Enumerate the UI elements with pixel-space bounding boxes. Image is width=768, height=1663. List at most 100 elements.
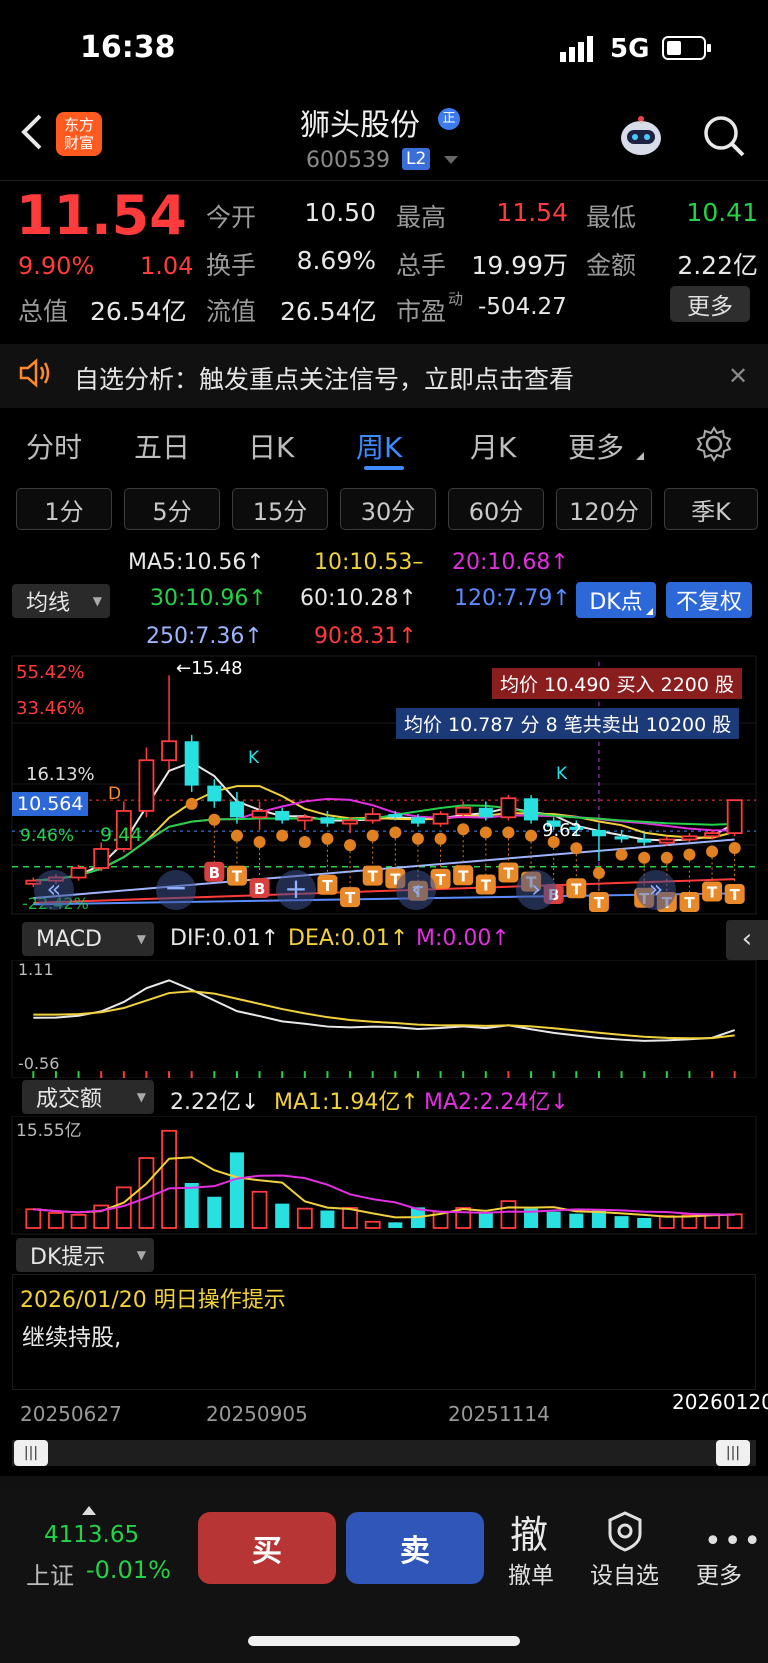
ma30-value: 30:10.96↑ bbox=[150, 586, 267, 611]
tab-more[interactable]: 更多 bbox=[568, 426, 624, 466]
scroll-right-icon[interactable]: » bbox=[636, 870, 676, 910]
candle-body bbox=[184, 741, 199, 786]
ma120-value: 120:7.79↑ bbox=[454, 586, 571, 611]
total-value: 26.54亿 bbox=[90, 297, 187, 326]
signal-dot bbox=[185, 797, 198, 810]
signal-letter: T bbox=[730, 886, 741, 904]
period-1min[interactable]: 1分 bbox=[16, 488, 112, 530]
search-icon[interactable] bbox=[702, 114, 746, 162]
period-120min[interactable]: 120分 bbox=[556, 488, 652, 530]
volume-bar bbox=[251, 1190, 268, 1229]
more-button[interactable]: 更多 bbox=[670, 286, 750, 322]
signal-letter: T bbox=[707, 883, 718, 901]
notice-text[interactable]: 自选分析：触发重点关注信号，立即点击查看 bbox=[74, 360, 574, 396]
ma20-value: 20:10.68↑ bbox=[452, 550, 569, 575]
range-handle-left[interactable]: ||| bbox=[14, 1440, 48, 1466]
collapse-panel-icon[interactable]: ‹ bbox=[726, 920, 768, 960]
date-label-3: 20251114 bbox=[448, 1402, 550, 1426]
pct-2-label: 33.46% bbox=[16, 698, 85, 719]
candle-body bbox=[93, 848, 110, 869]
ma90-value: 90:8.31↑ bbox=[314, 624, 417, 649]
low-marker: 9.62 bbox=[542, 820, 583, 841]
more-dots-icon[interactable]: ••• bbox=[704, 1524, 763, 1559]
home-indicator bbox=[248, 1636, 520, 1646]
zoom-out-icon[interactable]: − bbox=[156, 870, 196, 910]
pct-3-label: 16.13% bbox=[26, 764, 95, 785]
volume-ma1-line bbox=[33, 1156, 735, 1219]
buy-button[interactable]: 买 bbox=[198, 1512, 336, 1584]
tab-timeshare[interactable]: 分时 bbox=[26, 426, 82, 466]
dif-value: DIF:0.01↑ bbox=[170, 926, 280, 951]
signal-letter: T bbox=[594, 894, 605, 912]
no-adjust-button[interactable]: 不复权 bbox=[666, 582, 752, 618]
status-time: 16:38 bbox=[80, 30, 176, 65]
index-name[interactable]: 上证 bbox=[26, 1556, 74, 1591]
tab-daily-k[interactable]: 日K bbox=[248, 426, 294, 466]
cancel-order-icon[interactable]: 撤 bbox=[510, 1504, 548, 1559]
signal-dot bbox=[592, 867, 605, 880]
candle-body bbox=[342, 819, 358, 825]
signal-dot bbox=[683, 848, 696, 861]
dk-point-button[interactable]: DK点 bbox=[576, 582, 656, 618]
sell-info-banner: 均价 10.787 分 8 笔共卖出 10200 股 bbox=[396, 708, 740, 739]
cancel-order-label[interactable]: 撤单 bbox=[508, 1556, 554, 1590]
period-30min[interactable]: 30分 bbox=[340, 488, 436, 530]
assistant-robot-icon[interactable] bbox=[618, 114, 664, 162]
back-icon[interactable] bbox=[18, 112, 46, 156]
level-944-label: 9.44 bbox=[100, 824, 143, 846]
range-handle-right[interactable]: ||| bbox=[716, 1440, 750, 1466]
high-value: 11.54 bbox=[496, 198, 568, 227]
dk-hint-select[interactable]: DK提示 ▼ bbox=[16, 1238, 154, 1272]
price-tag: 10.564 bbox=[12, 792, 89, 816]
period-quarter-k[interactable]: 季K bbox=[664, 488, 758, 530]
more-actions-label[interactable]: 更多 bbox=[696, 1556, 742, 1590]
signal-letter: T bbox=[232, 868, 243, 886]
signal-dot bbox=[525, 829, 538, 842]
pct-946-label: 9.46% bbox=[20, 826, 75, 846]
period-5min[interactable]: 5分 bbox=[124, 488, 220, 530]
buy-info-banner: 均价 10.490 买入 2200 股 bbox=[492, 668, 742, 699]
candle-body bbox=[614, 836, 629, 840]
sell-button[interactable]: 卖 bbox=[346, 1512, 484, 1584]
tab-five-day[interactable]: 五日 bbox=[134, 426, 190, 466]
candle-body bbox=[364, 813, 381, 822]
range-scrollbar[interactable] bbox=[12, 1440, 756, 1466]
dk-advice: 继续持股, bbox=[22, 1325, 122, 1351]
next-icon[interactable]: › bbox=[516, 870, 556, 910]
tab-weekly-k[interactable]: 周K bbox=[356, 426, 402, 466]
volume-bar bbox=[184, 1183, 199, 1228]
candle-body bbox=[207, 785, 222, 802]
ma10-value: 10:10.53– bbox=[314, 550, 424, 575]
volume-select[interactable]: 成交额 ▼ bbox=[22, 1080, 154, 1114]
turnover-value: 8.69% bbox=[296, 246, 376, 275]
zoom-in-icon[interactable]: + bbox=[276, 870, 316, 910]
scroll-left-icon[interactable]: « bbox=[34, 870, 74, 910]
candle-body bbox=[500, 797, 517, 819]
index-change[interactable]: -0.01% bbox=[86, 1556, 171, 1584]
candle-body bbox=[320, 817, 335, 824]
signal-letter: T bbox=[435, 871, 446, 889]
index-value[interactable]: 4113.65 bbox=[44, 1522, 139, 1548]
period-60min[interactable]: 60分 bbox=[448, 488, 544, 530]
macd-select[interactable]: MACD ▼ bbox=[22, 922, 154, 956]
ma250-value: 250:7.36↑ bbox=[146, 624, 263, 649]
current-price: 11.54 bbox=[16, 184, 187, 247]
settings-gear-icon[interactable] bbox=[696, 426, 732, 466]
period-15min[interactable]: 15分 bbox=[232, 488, 328, 530]
close-icon[interactable]: ✕ bbox=[728, 362, 748, 390]
candle-body bbox=[275, 810, 290, 821]
signal-dot bbox=[479, 826, 492, 839]
add-watchlist-label[interactable]: 设自选 bbox=[590, 1556, 659, 1590]
candle-body bbox=[637, 839, 652, 843]
change-percent: 9.90% bbox=[18, 252, 95, 280]
tab-monthly-k[interactable]: 月K bbox=[470, 426, 516, 466]
dropdown-icon[interactable] bbox=[444, 156, 458, 164]
watchlist-icon[interactable] bbox=[604, 1510, 646, 1556]
open-label: 今开 bbox=[206, 203, 257, 232]
prev-icon[interactable]: ‹ bbox=[396, 870, 436, 910]
signal-dot bbox=[321, 832, 334, 845]
candle-body bbox=[681, 835, 698, 841]
high-label: 最高 bbox=[396, 203, 447, 232]
signal-dot bbox=[389, 826, 402, 839]
ma-select[interactable]: 均线 ▼ bbox=[12, 584, 110, 618]
